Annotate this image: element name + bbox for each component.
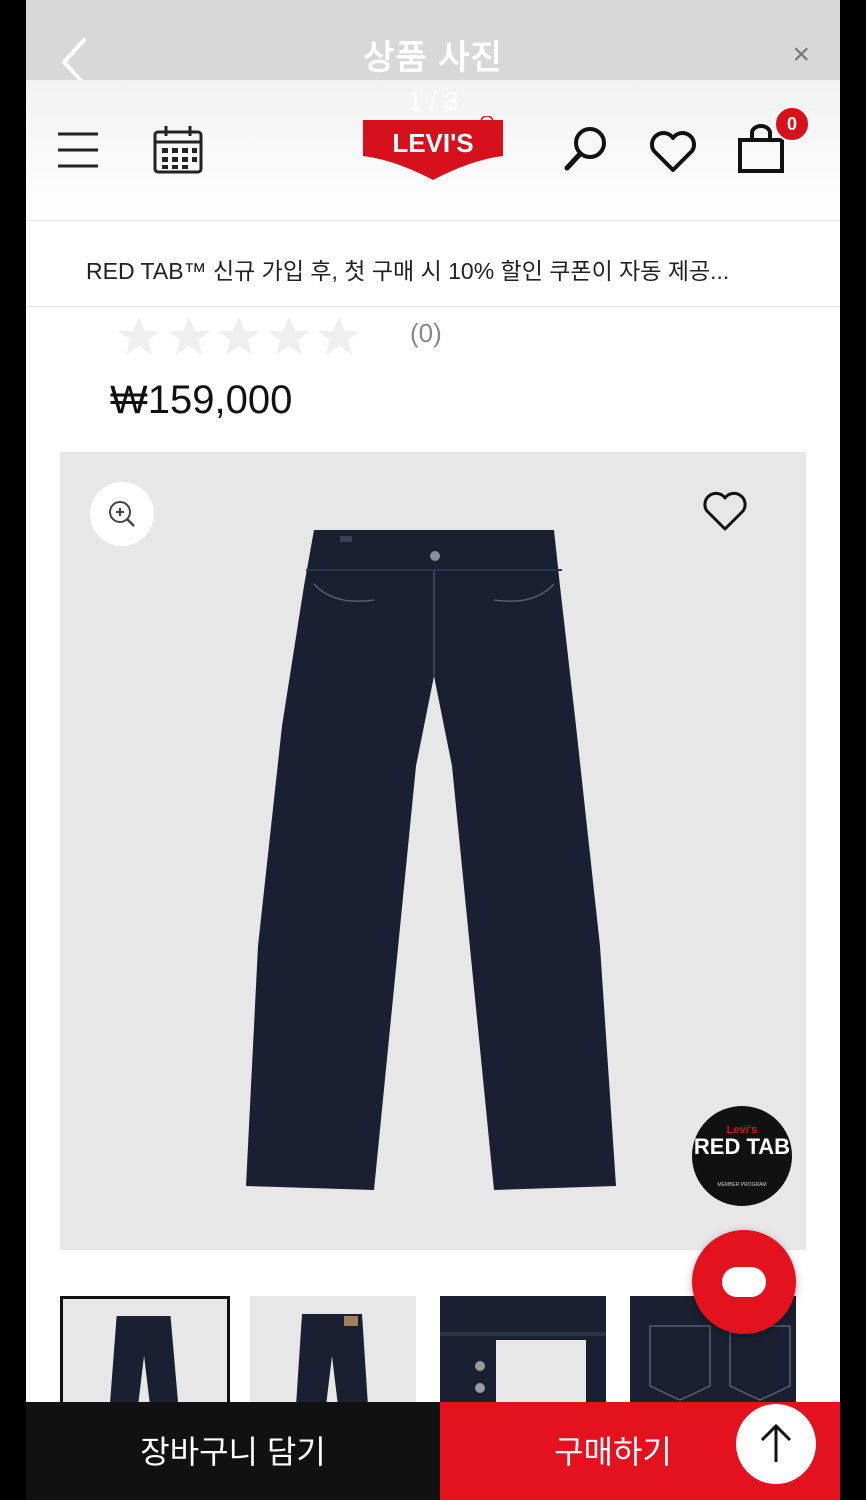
jeans-photo	[246, 530, 616, 1190]
viewer-title: 상품 사진	[363, 39, 503, 77]
red-tab-badge: Levi's RED TAB MEMBER PROGRAM	[692, 1106, 792, 1206]
photo-viewer-bar: 상품 사진 ×	[26, 0, 840, 86]
svg-text:LEVI'S: LEVI'S	[392, 128, 473, 158]
thumbnail-2[interactable]	[250, 1296, 416, 1406]
add-to-cart-button[interactable]: 장바구니 담기	[26, 1402, 440, 1500]
product-main-image[interactable]: Levi's RED TAB MEMBER PROGRAM	[60, 452, 806, 1250]
thumbnail-1[interactable]	[60, 1296, 230, 1406]
promo-banner[interactable]: RED TAB™ 신규 가입 후, 첫 구매 시 10% 할인 쿠폰이 자동 제…	[26, 222, 840, 307]
product-price: ₩159,000	[110, 378, 293, 422]
chat-button[interactable]	[692, 1230, 796, 1334]
menu-icon[interactable]	[56, 130, 100, 170]
arrow-up-icon	[760, 1423, 792, 1462]
promo-text: RED TAB™ 신규 가입 후, 첫 구매 시 10% 할인 쿠폰이 자동 제…	[86, 258, 730, 284]
levis-logo[interactable]: LEVI'S	[361, 116, 505, 182]
calendar-icon[interactable]	[152, 124, 204, 176]
search-icon[interactable]	[562, 124, 610, 172]
screen: 상품 사진 × 1 / 3 LEVI'S 0 RED TAB™ 신규 가입 후,…	[26, 0, 840, 1500]
thumbnail-3[interactable]	[440, 1296, 606, 1406]
zoom-icon	[109, 501, 135, 527]
thumb-detail-fly	[440, 1332, 606, 1406]
image-counter: 1 / 3	[407, 86, 459, 116]
zoom-button[interactable]	[90, 482, 154, 546]
scroll-to-top-button[interactable]	[736, 1404, 816, 1484]
badge-line-3: MEMBER PROGRAM	[717, 1182, 767, 1188]
badge-line-2: RED TAB	[693, 1134, 791, 1159]
thumb-jeans-front	[110, 1316, 179, 1403]
rating-stars	[118, 317, 360, 355]
heart-icon[interactable]	[648, 130, 698, 174]
close-icon[interactable]: ×	[792, 38, 810, 72]
review-count[interactable]: (0)	[410, 318, 442, 349]
wishlist-heart-icon[interactable]	[700, 488, 750, 534]
bottom-action-bar: 장바구니 담기 구매하기	[26, 1402, 840, 1500]
thumb-jeans-back	[296, 1314, 368, 1406]
chat-icon	[722, 1267, 766, 1297]
